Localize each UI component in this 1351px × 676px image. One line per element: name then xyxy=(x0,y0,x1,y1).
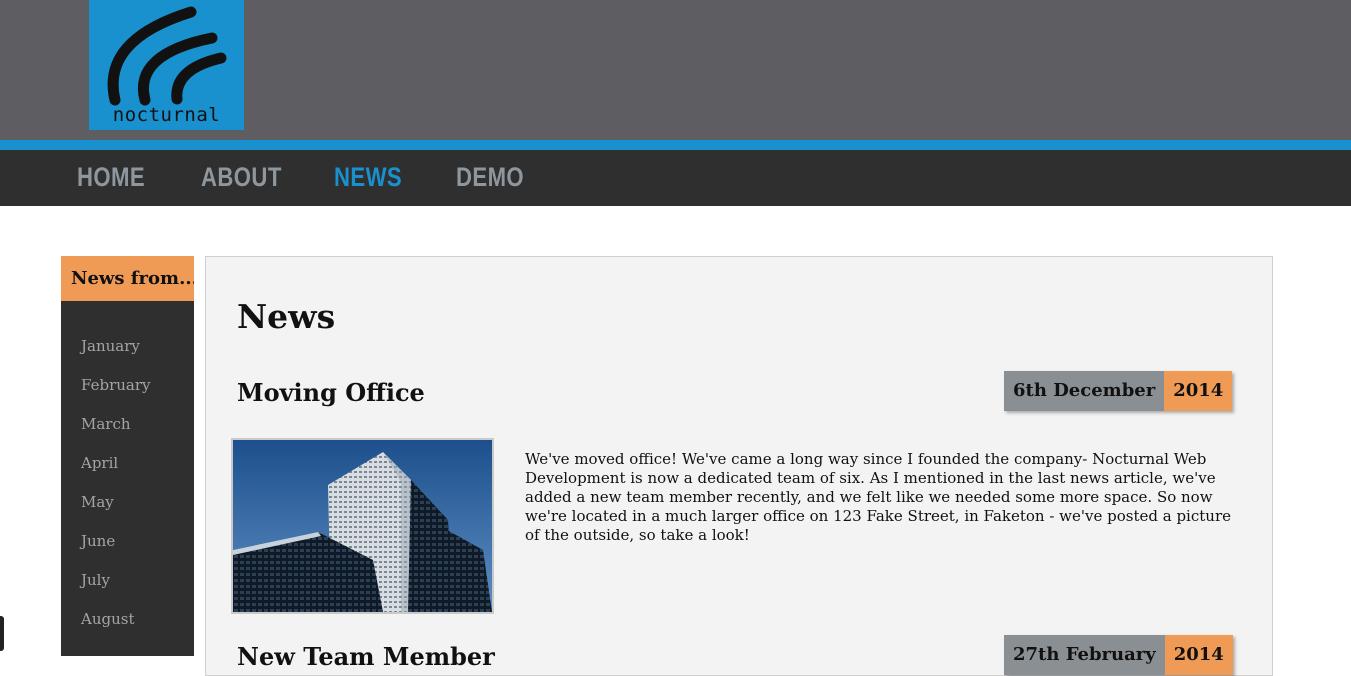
date-day: 6th December xyxy=(1004,371,1165,411)
month-link-august[interactable]: August xyxy=(81,610,134,628)
month-link-may[interactable]: May xyxy=(81,493,114,511)
logo-text: nocturnal xyxy=(112,104,221,126)
month-link-april[interactable]: April xyxy=(81,454,118,472)
month-link-january[interactable]: January xyxy=(81,337,140,355)
logo[interactable]: nocturnal xyxy=(89,0,244,130)
news-archive-sidebar: News from... January February March Apri… xyxy=(61,256,194,656)
nav-home[interactable]: HOME xyxy=(77,162,145,193)
site-header: nocturnal xyxy=(0,0,1351,140)
month-link-february[interactable]: February xyxy=(81,376,151,394)
month-link-march[interactable]: March xyxy=(81,415,131,433)
article-title-2: New Team Member xyxy=(237,642,495,671)
news-content: News Moving Office 6th December 2014 We'… xyxy=(205,256,1273,676)
month-link-june[interactable]: June xyxy=(81,532,115,550)
date-year: 2014 xyxy=(1164,371,1233,411)
accent-line xyxy=(0,140,1351,150)
nav-news[interactable]: NEWS xyxy=(334,162,402,193)
date-badge-2: 27th February 2014 xyxy=(1004,635,1233,675)
article-title: Moving Office xyxy=(237,378,425,407)
nav-demo[interactable]: DEMO xyxy=(456,162,524,193)
window-edge xyxy=(0,616,4,651)
date-badge: 6th December 2014 xyxy=(1004,371,1233,411)
month-link-july[interactable]: July xyxy=(81,571,110,589)
article-body: We've moved office! We've came a long wa… xyxy=(525,450,1231,544)
sidebar-title: News from... xyxy=(61,256,194,301)
office-building-photo xyxy=(231,438,494,614)
date-day-2: 27th February xyxy=(1004,635,1165,675)
date-year-2: 2014 xyxy=(1164,635,1233,675)
main-nav: HOME ABOUT NEWS DEMO xyxy=(0,150,1351,206)
nav-about[interactable]: ABOUT xyxy=(201,162,282,193)
page-title: News xyxy=(237,297,336,336)
